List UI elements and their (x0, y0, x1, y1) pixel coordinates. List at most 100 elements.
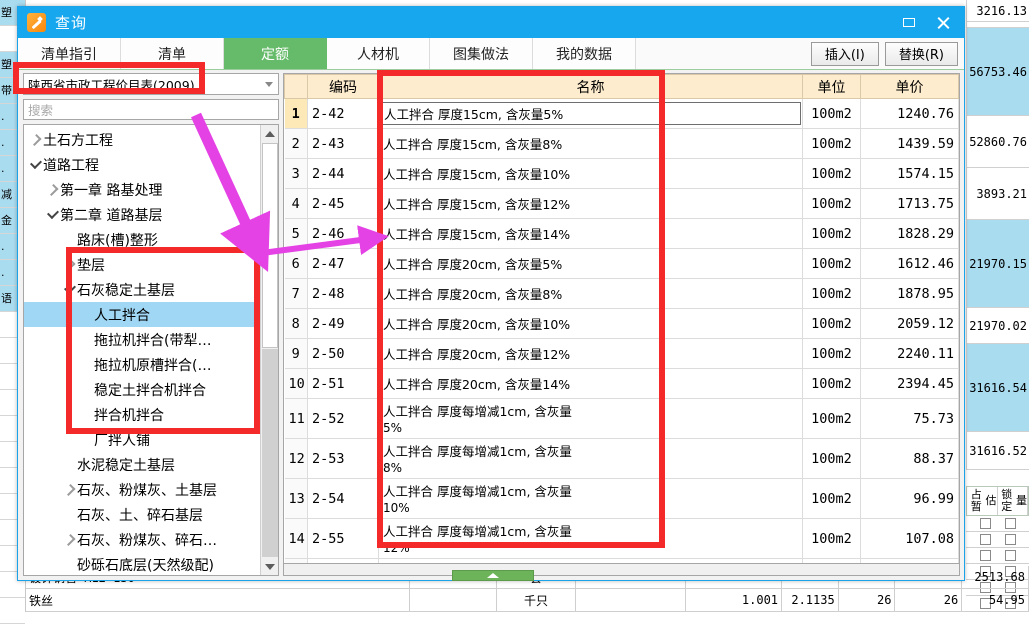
grid-row[interactable]: 10 2-51 人工拌合 厚度20cm, 含灰量14% 100m2 2394.45 (284, 368, 959, 399)
cell-name[interactable]: 人工拌合 厚度每增减1cm, 含灰量 10% (378, 478, 803, 519)
cell-code[interactable]: 2-46 (307, 218, 379, 249)
grid-header-price[interactable]: 单价 (860, 74, 959, 99)
grid-row[interactable]: 1 2-42 人工拌合 厚度15cm, 含灰量5% 100m2 1240.76 (284, 98, 959, 129)
tree-item[interactable]: 拌合机拌合 (24, 402, 260, 427)
tree-item[interactable]: 水泥稳定土基层 (24, 452, 260, 477)
maximize-button[interactable] (892, 7, 926, 38)
cell-unit[interactable]: 100m2 (802, 368, 861, 399)
grid-row[interactable]: 14 2-55 人工拌合 厚度每增减1cm, 含灰量 12% 100m2 107.08 (284, 518, 959, 559)
checkbox-icon[interactable] (1004, 518, 1016, 529)
tab-atlas-method[interactable]: 图集做法 (430, 38, 533, 69)
tree-item[interactable]: 土石方工程 (24, 127, 260, 152)
cell-unit[interactable]: 100m2 (802, 248, 861, 279)
tree-item[interactable]: 第一章 路基处理 (24, 177, 260, 202)
cell-price[interactable]: 2059.12 (860, 308, 959, 339)
grid-row[interactable]: 7 2-48 人工拌合 厚度20cm, 含灰量8% 100m2 1878.95 (284, 278, 959, 309)
cell-name[interactable]: 人工拌合 厚度每增减1cm, 含灰量 12% (378, 518, 803, 559)
cell-unit[interactable]: 100m2 (802, 518, 861, 559)
grid-row[interactable]: 12 2-53 人工拌合 厚度每增减1cm, 含灰量 8% 100m2 88.37 (284, 438, 959, 479)
grid-row[interactable]: 13 2-54 人工拌合 厚度每增减1cm, 含灰量 10% 100m2 96.99 (284, 478, 959, 519)
grid-row[interactable]: 4 2-45 人工拌合 厚度15cm, 含灰量12% 100m2 1713.75 (284, 188, 959, 219)
cell-unit[interactable]: 100m2 (802, 128, 861, 159)
chevron-right-icon[interactable] (62, 485, 77, 495)
cell-name[interactable]: 人工拌合 厚度20cm, 含灰量14% (378, 368, 803, 399)
cell-name[interactable]: 人工拌合 厚度20cm, 含灰量5% (378, 248, 803, 279)
insert-button[interactable]: 插入(I) (810, 41, 879, 66)
cell-unit[interactable]: 100m2 (802, 438, 861, 479)
tree-item[interactable]: 石灰稳定土基层 (24, 277, 260, 302)
cell-price[interactable]: 1439.59 (860, 128, 959, 159)
cell-price[interactable]: 75.73 (860, 398, 959, 439)
cell-code[interactable]: 2-52 (307, 398, 379, 439)
chevron-right-icon[interactable] (28, 135, 43, 145)
tree-scrollbar[interactable] (260, 125, 278, 575)
grid-row[interactable]: 6 2-47 人工拌合 厚度20cm, 含灰量5% 100m2 1612.46 (284, 248, 959, 279)
cell-code[interactable]: 2-44 (307, 158, 379, 189)
tree-item[interactable]: 拖拉机原槽拌合(… (24, 352, 260, 377)
tree-item[interactable]: 厂拌人铺 (24, 427, 260, 452)
cell-price[interactable]: 2240.11 (860, 338, 959, 369)
tree-item[interactable]: 道路工程 (24, 152, 260, 177)
grid-header-code[interactable]: 编码 (307, 74, 379, 99)
cell-name[interactable]: 人工拌合 厚度20cm, 含灰量10% (378, 308, 803, 339)
chevron-right-icon[interactable] (62, 260, 77, 270)
tree-item[interactable]: 垫层 (24, 252, 260, 277)
grid-row[interactable]: 8 2-49 人工拌合 厚度20cm, 含灰量10% 100m2 2059.12 (284, 308, 959, 339)
cell-price[interactable]: 1713.75 (860, 188, 959, 219)
tree-item[interactable]: 人工拌合 (24, 302, 260, 327)
grid-row[interactable]: 2 2-43 人工拌合 厚度15cm, 含灰量8% 100m2 1439.59 (284, 128, 959, 159)
grid-horizontal-scrollbar[interactable] (283, 564, 960, 576)
cell-name[interactable]: 人工拌合 厚度每增减1cm, 含灰量 8% (378, 438, 803, 479)
scroll-down-icon[interactable] (261, 558, 278, 575)
cell-code[interactable]: 2-47 (307, 248, 379, 279)
cell-code[interactable]: 2-50 (307, 338, 379, 369)
grid-header-idx[interactable] (284, 74, 308, 99)
tree-item[interactable]: 第二章 道路基层 (24, 202, 260, 227)
cell-unit[interactable]: 100m2 (802, 158, 861, 189)
cell-unit[interactable]: 100m2 (802, 478, 861, 519)
chevron-right-icon[interactable] (45, 185, 60, 195)
tree-item[interactable]: 拖拉机拌合(带犁… (24, 327, 260, 352)
tree-scrollbar-track[interactable] (262, 349, 278, 557)
replace-button[interactable]: 替换(R) (884, 41, 958, 66)
close-button[interactable] (926, 7, 960, 38)
cell-code[interactable]: 2-54 (307, 478, 379, 519)
cell-price[interactable]: 1612.46 (860, 248, 959, 279)
cell-price[interactable]: 96.99 (860, 478, 959, 519)
cell-name[interactable]: 人工拌合 厚度每增减1cm, 含灰量 5% (378, 398, 803, 439)
tree-item[interactable]: 石灰、土、碎石基层 (24, 502, 260, 527)
checkbox-icon[interactable] (979, 518, 991, 529)
tab-labor-material-machine[interactable]: 人材机 (327, 38, 430, 69)
tree-item[interactable]: 路床(槽)整形 (24, 227, 260, 252)
cell-name[interactable]: 人工拌合 厚度15cm, 含灰量8% (378, 128, 803, 159)
cell-name[interactable]: 人工拌合 厚度20cm, 含灰量12% (378, 338, 803, 369)
cell-code[interactable]: 2-51 (307, 368, 379, 399)
cell-code[interactable]: 2-42 (307, 98, 379, 129)
checkbox-icon[interactable] (1004, 550, 1016, 561)
cell-code[interactable]: 2-45 (307, 188, 379, 219)
cell-price[interactable]: 1828.29 (860, 218, 959, 249)
catalog-select[interactable]: 陕西省市政工程价目表(2009) (23, 73, 279, 95)
checkbox-icon[interactable] (979, 534, 991, 545)
cell-unit[interactable]: 100m2 (802, 218, 861, 249)
cell-price[interactable]: 1574.15 (860, 158, 959, 189)
cell-code[interactable]: 2-43 (307, 128, 379, 159)
cell-name[interactable]: 人工拌合 厚度15cm, 含灰量10% (378, 158, 803, 189)
cell-price[interactable]: 2394.45 (860, 368, 959, 399)
tree-item[interactable]: 砂砾石底层(天然级配) (24, 552, 260, 575)
cell-unit[interactable]: 100m2 (802, 308, 861, 339)
cell-price[interactable]: 1878.95 (860, 278, 959, 309)
cell-price[interactable]: 88.37 (860, 438, 959, 479)
tab-list-guide[interactable]: 清单指引 (18, 38, 121, 69)
cell-unit[interactable]: 100m2 (802, 278, 861, 309)
cell-code[interactable]: 2-55 (307, 518, 379, 559)
chevron-down-icon[interactable] (62, 286, 77, 293)
chevron-down-icon[interactable] (28, 161, 43, 168)
chevron-right-icon[interactable] (62, 535, 77, 545)
tab-quota[interactable]: 定额 (224, 38, 327, 69)
scroll-up-icon[interactable] (261, 125, 278, 142)
panel-collapse-handle[interactable] (452, 570, 534, 581)
tree-item[interactable]: 稳定土拌合机拌合 (24, 377, 260, 402)
cell-name[interactable]: 人工拌合 厚度20cm, 含灰量8% (378, 278, 803, 309)
cell-unit[interactable]: 100m2 (802, 188, 861, 219)
